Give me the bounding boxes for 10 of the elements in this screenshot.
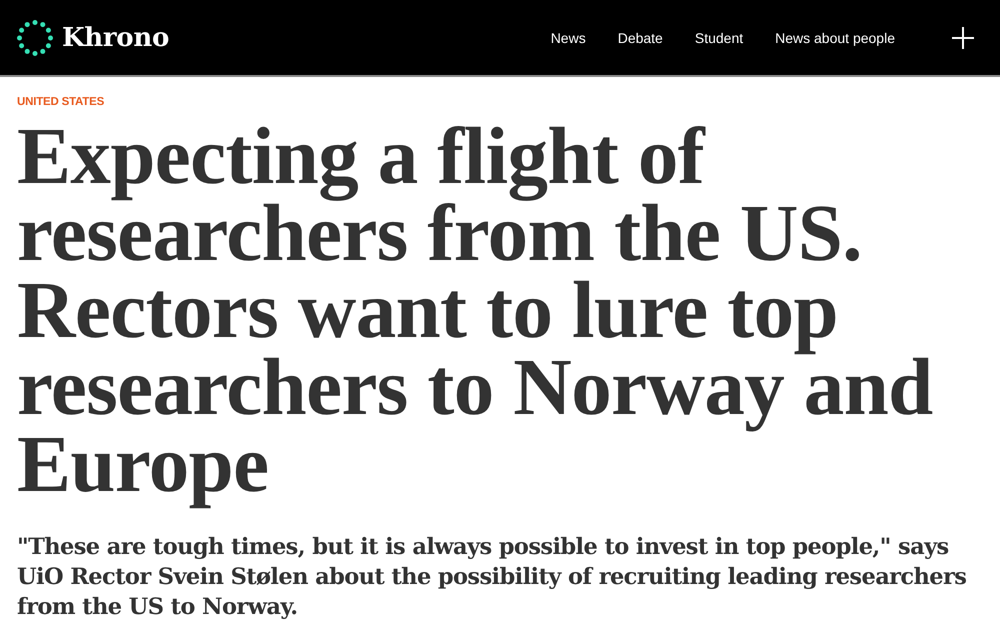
nav-link[interactable]: Debate <box>618 28 663 46</box>
nav-link[interactable]: News about people <box>775 28 895 46</box>
nav-link[interactable]: Student <box>694 28 744 46</box>
article-headline: Expecting a flight of researchers from the US. Rectors want to lure top researchers to Norway and Europe <box>17 110 934 511</box>
section-label: UNITED STATES <box>17 95 104 109</box>
logo-wordmark[interactable]: Khrono <box>62 22 169 52</box>
nav-link[interactable]: News <box>550 28 586 46</box>
article-lede: "These are tough times, but it is always possible to invest in top people," says UiO Rector Svein Stølen about the possibility of recruiting leading researchers from the US to Norway. <box>17 533 968 622</box>
dot-ring-logo-icon[interactable] <box>17 20 53 56</box>
plus-icon[interactable] <box>952 26 974 48</box>
